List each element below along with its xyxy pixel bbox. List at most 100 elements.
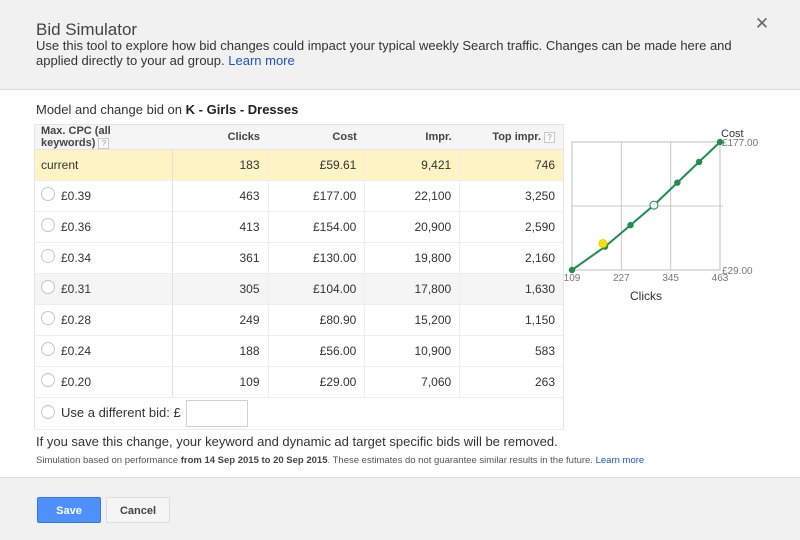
- current-impr: 9,421: [364, 149, 461, 181]
- cell-cost: £104.00: [268, 273, 366, 305]
- table-row[interactable]: £0.36 413 £154.00 20,900 2,590: [34, 211, 564, 243]
- bid-option-cell: £0.36: [34, 211, 173, 243]
- bid-value: £0.20: [61, 374, 92, 389]
- bid-radio[interactable]: [41, 249, 55, 264]
- close-icon[interactable]: ✕: [754, 15, 770, 32]
- bid-option-cell: £0.39: [34, 180, 173, 212]
- note-prefix: Simulation based on performance: [36, 455, 179, 466]
- cell-top-impr: 2,590: [459, 211, 564, 243]
- model-line: Model and change bid on K - Girls - Dres…: [36, 102, 298, 117]
- y-tick-label: £29.00: [722, 266, 753, 277]
- current-row: current 183 £59.61 9,421 746: [34, 149, 564, 181]
- cell-top-impr: 3,250: [459, 180, 564, 212]
- bid-value: £0.34: [61, 250, 92, 265]
- cell-clicks: 305: [172, 273, 269, 305]
- table-row[interactable]: £0.34 361 £130.00 19,800 2,160: [34, 242, 564, 274]
- description-text: Use this tool to explore how bid changes…: [36, 38, 732, 68]
- cell-impr: 20,900: [364, 211, 461, 243]
- note-learn-more-link[interactable]: Learn more: [596, 455, 645, 466]
- bid-radio[interactable]: [41, 342, 55, 357]
- x-tick-label: 109: [564, 273, 581, 284]
- current-bid-point: [598, 239, 608, 248]
- bid-value: £0.36: [61, 219, 92, 234]
- custom-bid-radio[interactable]: [41, 404, 55, 419]
- data-point: [627, 221, 634, 229]
- cell-clicks: 463: [172, 180, 269, 212]
- cell-cost: £130.00: [268, 242, 366, 274]
- cell-impr: 10,900: [364, 335, 461, 367]
- cell-clicks: 249: [172, 304, 269, 336]
- bid-value: £0.39: [61, 188, 92, 203]
- save-warning: If you save this change, your keyword an…: [36, 434, 558, 449]
- cell-impr: 22,100: [364, 180, 461, 212]
- table-row[interactable]: £0.28 249 £80.90 15,200 1,150: [34, 304, 564, 336]
- cell-clicks: 109: [172, 366, 269, 398]
- custom-bid-input[interactable]: [186, 400, 249, 427]
- learn-more-link[interactable]: Learn more: [228, 53, 294, 68]
- bid-radio[interactable]: [41, 187, 55, 202]
- dialog-header: Bid Simulator ✕ Use this tool to explore…: [0, 0, 800, 90]
- bid-radio[interactable]: [41, 280, 55, 295]
- cell-impr: 17,800: [364, 273, 461, 305]
- cell-top-impr: 1,630: [459, 273, 564, 305]
- header-cost: Cost: [268, 124, 365, 150]
- bid-value: £0.28: [61, 312, 92, 327]
- data-point: [674, 179, 681, 186]
- cell-top-impr: 263: [459, 366, 564, 398]
- bid-radio[interactable]: [41, 311, 55, 326]
- cell-cost: £177.00: [268, 180, 366, 212]
- x-axis-label: Clicks: [630, 289, 662, 303]
- bid-value: £0.31: [61, 281, 92, 296]
- bid-option-cell: £0.31: [34, 273, 173, 305]
- bid-radio[interactable]: [41, 218, 55, 233]
- help-icon[interactable]: ?: [544, 131, 555, 143]
- cell-cost: £80.90: [268, 304, 366, 336]
- bid-simulation-table: Max. CPC (all keywords)? Clicks Cost Imp…: [34, 124, 564, 430]
- x-tick-label: 227: [613, 273, 630, 284]
- header-top-impr: Top impr.?: [459, 124, 564, 150]
- table-row[interactable]: £0.39 463 £177.00 22,100 3,250: [34, 180, 564, 212]
- cell-top-impr: 1,150: [459, 304, 564, 336]
- cell-impr: 19,800: [364, 242, 461, 274]
- cell-top-impr: 2,160: [459, 242, 564, 274]
- model-target: K - Girls - Dresses: [185, 102, 299, 117]
- dialog-description: Use this tool to explore how bid changes…: [36, 38, 756, 68]
- cell-clicks: 413: [172, 211, 269, 243]
- bid-option-cell: £0.34: [34, 242, 173, 274]
- table-header-row: Max. CPC (all keywords)? Clicks Cost Imp…: [34, 124, 564, 150]
- bid-option-cell: £0.24: [34, 335, 173, 367]
- cell-impr: 7,060: [364, 366, 461, 398]
- header-impr: Impr.: [364, 124, 460, 150]
- save-button[interactable]: Save: [37, 497, 101, 523]
- header-clicks: Clicks: [172, 124, 269, 150]
- bid-radio[interactable]: [41, 373, 55, 388]
- note-date-range: from 14 Sep 2015 to 20 Sep 2015: [180, 455, 328, 466]
- data-point: [716, 138, 724, 146]
- y-axis-label: Cost: [721, 128, 744, 140]
- table-row[interactable]: £0.24 188 £56.00 10,900 583: [34, 335, 564, 367]
- table-row[interactable]: £0.31 305 £104.00 17,800 1,630: [34, 273, 564, 305]
- custom-bid-label: Use a different bid: £: [61, 404, 181, 420]
- bid-option-cell: £0.28: [34, 304, 173, 336]
- current-clicks: 183: [172, 149, 269, 181]
- dialog-footer: Save Cancel: [0, 477, 800, 540]
- dialog-title: Bid Simulator: [36, 20, 138, 39]
- table-row[interactable]: £0.20 109 £29.00 7,060 263: [34, 366, 564, 398]
- custom-bid-row: Use a different bid: £: [34, 397, 564, 430]
- simulation-note: Simulation based on performance from 14 …: [36, 455, 644, 466]
- cost-clicks-chart: 109 227 345 463£177.00£29.00CostClicks: [564, 128, 759, 303]
- current-cost: £59.61: [268, 149, 366, 181]
- custom-bid-cell: Use a different bid: £: [34, 397, 564, 430]
- cell-cost: £56.00: [268, 335, 366, 367]
- bid-value: £0.24: [61, 343, 92, 358]
- model-prefix: Model and change bid on: [36, 102, 183, 117]
- note-suffix: . These estimates do not guarantee simil…: [327, 455, 593, 466]
- cell-cost: £154.00: [268, 211, 366, 243]
- help-icon[interactable]: ?: [98, 137, 110, 149]
- data-point: [568, 266, 576, 274]
- bid-option-cell: £0.20: [34, 366, 173, 398]
- header-max-cpc: Max. CPC (all keywords)?: [34, 124, 173, 150]
- cell-top-impr: 583: [459, 335, 564, 367]
- cancel-button[interactable]: Cancel: [106, 497, 170, 523]
- hovered-data-point: [649, 200, 659, 210]
